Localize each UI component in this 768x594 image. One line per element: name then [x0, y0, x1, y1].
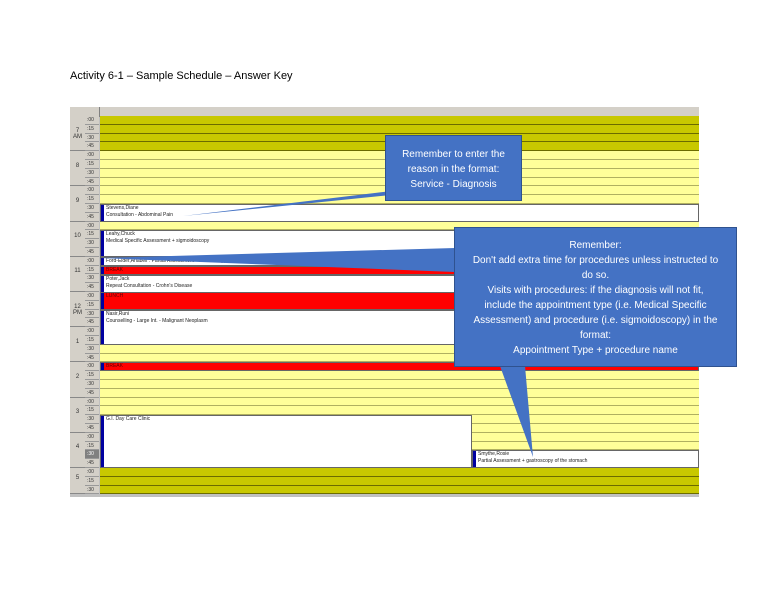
callout-reason-format: Remember to enter the reason in the forma…	[385, 135, 522, 201]
callout-pointer-2b	[500, 366, 533, 457]
callout-pointer-2a	[100, 248, 455, 272]
callout-procedure-rules: Remember: Don't add extra time for proced…	[454, 227, 737, 367]
